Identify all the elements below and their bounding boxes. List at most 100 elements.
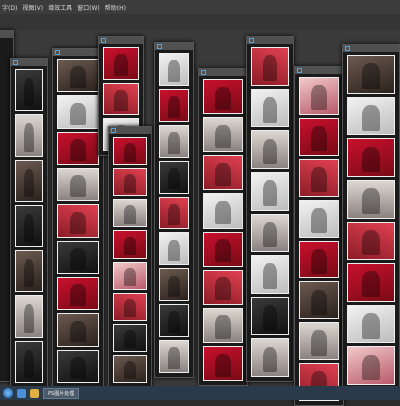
photo-thumbnail[interactable] [15, 295, 43, 338]
photo-thumbnail[interactable] [299, 158, 339, 197]
photo-thumbnail[interactable] [203, 117, 243, 153]
menu-item-help[interactable]: 帮助(H) [105, 3, 126, 12]
photo-thumbnail[interactable] [203, 307, 243, 343]
photo-thumbnail[interactable] [347, 221, 395, 261]
browser-icon[interactable] [17, 388, 26, 398]
document-window[interactable] [342, 44, 400, 390]
photo-thumbnail[interactable] [251, 255, 289, 294]
document-window[interactable] [198, 68, 248, 386]
menu-item-window[interactable]: 窗口(W) [77, 3, 100, 12]
photo-thumbnail[interactable] [15, 250, 43, 293]
photo-thumbnail[interactable] [299, 77, 339, 115]
photo-thumbnail[interactable] [113, 261, 147, 290]
menu-item-plugins[interactable]: 增效工具 [48, 3, 72, 12]
photo-thumbnail[interactable] [113, 230, 147, 259]
photo-thumbnail[interactable] [15, 340, 43, 383]
photo-thumbnail[interactable] [57, 349, 99, 383]
photo-thumbnail[interactable] [203, 79, 243, 115]
photo-thumbnail[interactable] [57, 240, 99, 274]
photo-thumbnail[interactable] [15, 159, 43, 202]
photo-thumbnail[interactable] [57, 276, 99, 311]
window-title-bar[interactable] [0, 31, 13, 38]
document-window[interactable] [108, 126, 152, 388]
window-control-icon[interactable] [297, 68, 302, 73]
photo-thumbnail[interactable] [203, 269, 243, 305]
photo-thumbnail[interactable] [299, 117, 339, 156]
photo-thumbnail[interactable] [347, 304, 395, 344]
photo-thumbnail[interactable] [103, 47, 139, 80]
photo-thumbnail[interactable] [251, 47, 289, 86]
window-control-icon[interactable] [345, 46, 350, 51]
photo-thumbnail[interactable] [251, 296, 289, 336]
window-title-bar[interactable] [247, 37, 293, 44]
photo-thumbnail[interactable] [113, 199, 147, 228]
window-title-bar[interactable] [11, 59, 47, 66]
photo-thumbnail[interactable] [113, 292, 147, 321]
photo-thumbnail[interactable] [347, 346, 395, 385]
photo-thumbnail[interactable] [15, 204, 43, 248]
photo-thumbnail[interactable] [347, 263, 395, 302]
window-control-icon[interactable] [101, 38, 106, 43]
start-orb-icon[interactable] [3, 388, 13, 398]
photo-thumbnail[interactable] [347, 138, 395, 177]
window-control-icon[interactable] [13, 60, 18, 65]
window-control-icon[interactable] [201, 70, 206, 75]
photo-thumbnail[interactable] [251, 213, 289, 253]
document-window[interactable] [154, 42, 194, 378]
window-control-icon[interactable] [157, 44, 162, 49]
document-window[interactable] [52, 48, 104, 388]
photo-thumbnail[interactable] [113, 354, 147, 383]
window-title-bar[interactable] [295, 67, 343, 74]
taskbar-task[interactable]: PS图片处理 [43, 387, 80, 399]
photo-thumbnail[interactable] [57, 59, 99, 93]
photo-thumbnail[interactable] [113, 137, 147, 166]
photo-thumbnail[interactable] [251, 130, 289, 169]
photo-thumbnail[interactable] [113, 323, 147, 352]
photo-thumbnail[interactable] [57, 95, 99, 129]
photo-thumbnail[interactable] [299, 281, 339, 320]
photo-thumbnail[interactable] [57, 167, 99, 202]
window-control-icon[interactable] [111, 128, 116, 133]
photo-thumbnail[interactable] [15, 69, 43, 112]
photo-thumbnail[interactable] [203, 231, 243, 267]
photo-thumbnail[interactable] [57, 313, 99, 347]
photo-thumbnail[interactable] [159, 268, 189, 302]
document-window[interactable] [10, 58, 48, 388]
window-title-bar[interactable] [109, 127, 151, 134]
photo-thumbnail[interactable] [159, 196, 189, 230]
menu-item-type[interactable]: 字(D) [2, 3, 17, 12]
photo-thumbnail[interactable] [251, 88, 289, 128]
photo-thumbnail[interactable] [299, 322, 339, 361]
window-title-bar[interactable] [99, 37, 143, 44]
photo-thumbnail[interactable] [57, 131, 99, 165]
photo-thumbnail[interactable] [203, 155, 243, 191]
photo-thumbnail[interactable] [159, 304, 189, 338]
document-window[interactable] [294, 66, 344, 406]
photo-thumbnail[interactable] [159, 124, 189, 158]
document-window[interactable] [246, 36, 294, 382]
photo-thumbnail[interactable] [159, 53, 189, 86]
menu-item-view[interactable]: 视图(V) [22, 3, 43, 12]
window-control-icon[interactable] [55, 50, 60, 55]
photo-thumbnail[interactable] [159, 232, 189, 266]
window-title-bar[interactable] [53, 49, 103, 56]
photo-thumbnail[interactable] [251, 338, 289, 377]
photo-thumbnail[interactable] [159, 340, 189, 373]
photo-thumbnail[interactable] [113, 168, 147, 197]
photo-thumbnail[interactable] [347, 55, 395, 94]
photo-thumbnail[interactable] [159, 88, 189, 122]
photo-thumbnail[interactable] [299, 199, 339, 238]
photo-thumbnail[interactable] [103, 82, 139, 116]
folder-icon[interactable] [30, 388, 39, 398]
window-title-bar[interactable] [155, 43, 193, 50]
photo-thumbnail[interactable] [347, 96, 395, 136]
photo-thumbnail[interactable] [251, 171, 289, 211]
photo-thumbnail[interactable] [57, 204, 99, 238]
photo-thumbnail[interactable] [159, 160, 189, 194]
window-title-bar[interactable] [199, 69, 247, 76]
photo-thumbnail[interactable] [203, 193, 243, 229]
window-title-bar[interactable] [343, 45, 399, 52]
photo-thumbnail[interactable] [347, 179, 395, 219]
photo-thumbnail[interactable] [299, 240, 339, 279]
window-control-icon[interactable] [249, 38, 254, 43]
